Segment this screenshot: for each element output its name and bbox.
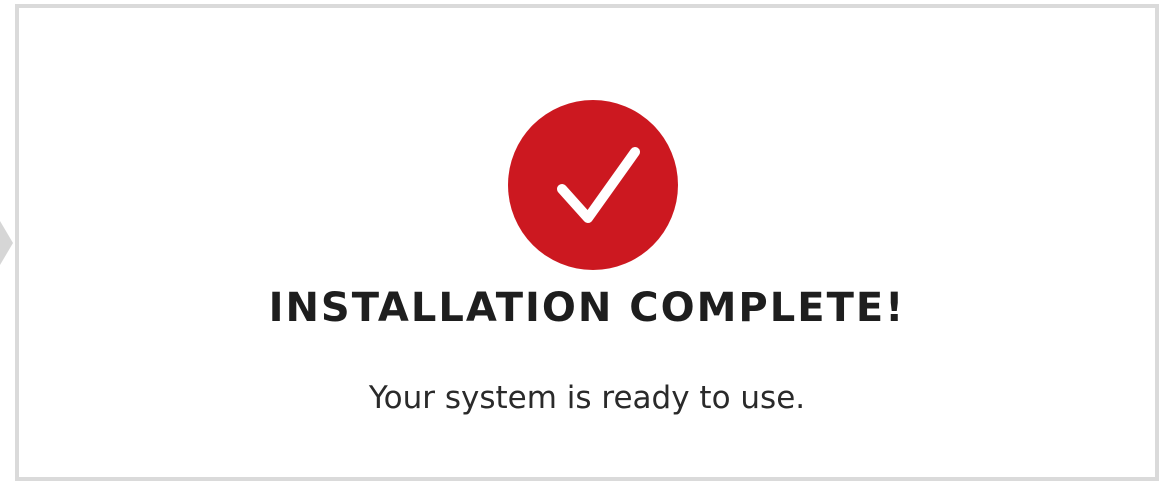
completion-title: INSTALLATION COMPLETE!	[268, 285, 906, 331]
completion-message: Your system is ready to use.	[368, 380, 806, 416]
installation-complete-panel: INSTALLATION COMPLETE! Your system is re…	[15, 4, 1159, 481]
checkmark-circle-icon	[508, 100, 678, 270]
step-connector-arrow	[0, 221, 13, 265]
checkmark-icon	[557, 147, 640, 223]
